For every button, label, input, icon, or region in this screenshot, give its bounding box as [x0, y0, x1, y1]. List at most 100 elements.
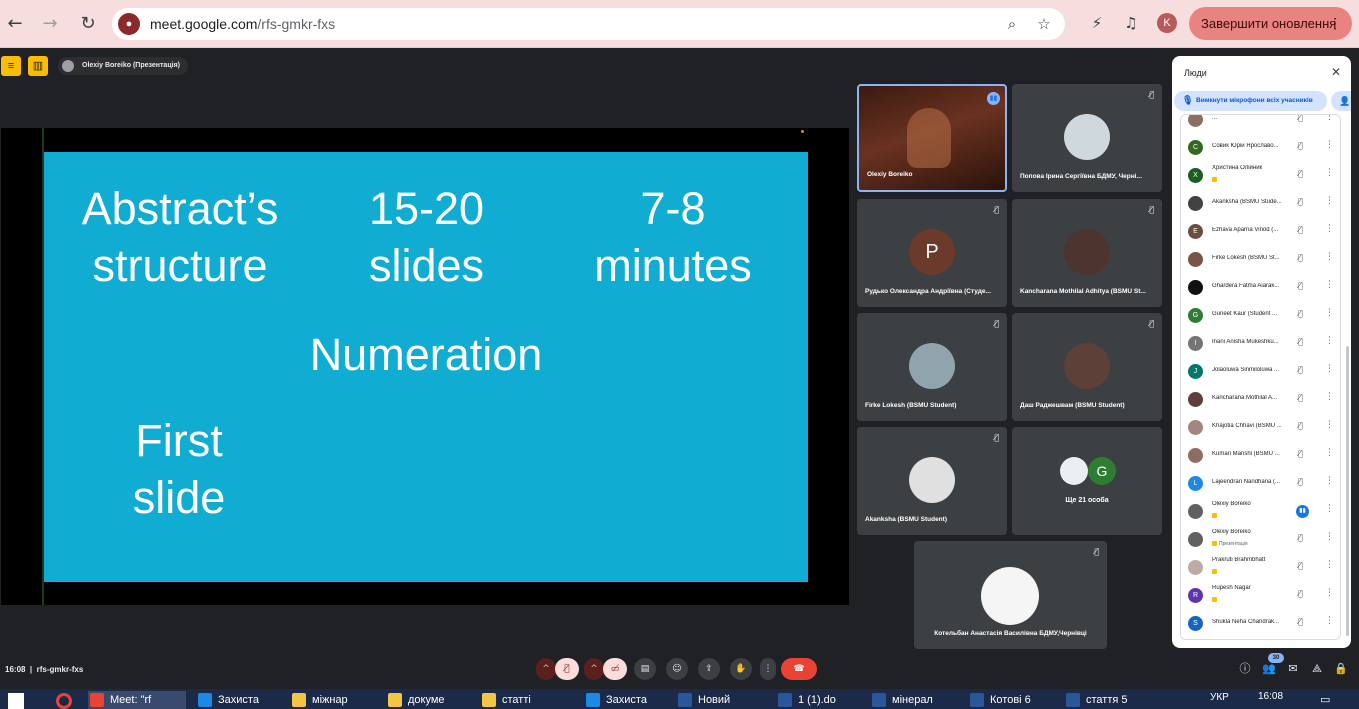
reload-icon[interactable]: ↻: [76, 12, 100, 36]
bookmark-star-icon[interactable]: ☆: [1034, 14, 1054, 34]
list-item[interactable]: Firke Lokesh (BSMU St... 🎙̸ ⋮: [1181, 245, 1340, 273]
more-participants-tile[interactable]: G Ще 21 особа: [1012, 427, 1162, 535]
zoom-icon[interactable]: ⌕: [1002, 14, 1022, 34]
list-item[interactable]: Kancharana Mothilal A... 🎙̸ ⋮: [1181, 385, 1340, 413]
mic-off-icon[interactable]: 🎙̸: [1298, 533, 1303, 542]
taskbar-clock[interactable]: 16:08: [1258, 691, 1283, 702]
more-options-button[interactable]: ⋮: [760, 658, 776, 680]
list-item[interactable]: Ghardera Fatma Aiarak... 🎙̸ ⋮: [1181, 273, 1340, 301]
more-options-icon[interactable]: ⋮: [1325, 532, 1334, 542]
taskbar-item[interactable]: міжнар: [290, 691, 348, 709]
taskbar-item[interactable]: Meet: "rf: [88, 691, 186, 709]
more-options-icon[interactable]: ⋮: [1325, 476, 1334, 486]
mic-off-icon[interactable]: 🎙̸: [1298, 141, 1303, 150]
update-button[interactable]: Завершити оновлення ⋮: [1189, 7, 1352, 40]
more-options-icon[interactable]: ⋮: [1325, 280, 1334, 290]
profile-avatar[interactable]: K: [1157, 13, 1177, 33]
more-options-icon[interactable]: ⋮: [1325, 420, 1334, 430]
list-item[interactable]: I Inani Anisha Mukeshku... 🎙̸ ⋮: [1181, 329, 1340, 357]
more-options-icon[interactable]: ⋮: [1325, 140, 1334, 150]
more-options-icon[interactable]: ⋮: [1325, 336, 1334, 346]
list-item[interactable]: Khajotia Chhavi (BSMU ... 🎙̸ ⋮: [1181, 413, 1340, 441]
windows-start-icon[interactable]: [8, 693, 24, 709]
taskbar-item[interactable]: статті: [480, 691, 531, 709]
mic-off-icon[interactable]: 🎙̸: [1298, 561, 1303, 570]
list-item[interactable]: E Ezhava Aparna Vinod (... 🎙̸ ⋮: [1181, 217, 1340, 245]
mic-off-icon[interactable]: 🎙̸: [1298, 197, 1303, 206]
taskbar-item[interactable]: Котові 6: [968, 691, 1031, 709]
list-item[interactable]: Olexiy Boreiko ▮▮ ⋮: [1181, 497, 1340, 525]
more-options-icon[interactable]: ⋮: [1325, 252, 1334, 262]
leave-call-button[interactable]: ☎: [781, 658, 817, 680]
activities-icon[interactable]: ⟁: [1308, 660, 1326, 678]
close-icon[interactable]: ✕: [1331, 65, 1341, 79]
more-options-icon[interactable]: ⋮: [1325, 224, 1334, 234]
participant-tile[interactable]: 🎙̸ Даш Раджешвам (BSMU Student): [1012, 313, 1162, 421]
mute-all-button[interactable]: 🎙 Вимкнути мікрофони всіх учасників: [1174, 91, 1327, 111]
participant-tile[interactable]: 🎙̸ Kancharana Mothilal Adhitya (BSMU St.…: [1012, 199, 1162, 307]
mic-off-icon[interactable]: 🎙̸: [1298, 589, 1303, 598]
taskbar-item[interactable]: Захиста: [196, 691, 259, 709]
taskbar-item[interactable]: Захиста: [584, 691, 647, 709]
language-indicator[interactable]: УКР: [1210, 692, 1229, 703]
participant-tile[interactable]: 🎙̸ Попова Ірина Сергіївна БДМУ, Черні...: [1012, 84, 1162, 192]
present-button[interactable]: ⇪: [698, 658, 720, 680]
more-options-icon[interactable]: ⋮: [1325, 168, 1334, 178]
captions-button[interactable]: ▤: [634, 658, 656, 680]
mic-off-icon[interactable]: 🎙̸: [1298, 115, 1303, 122]
list-item[interactable]: Prakruti Brahmbhatt 🎙̸ ⋮: [1181, 553, 1340, 581]
mic-off-icon[interactable]: 🎙̸: [1298, 477, 1303, 486]
mic-off-icon[interactable]: 🎙̸: [1298, 225, 1303, 234]
list-item[interactable]: J Jolaoluwa Sinmiloluwa ... 🎙̸ ⋮: [1181, 357, 1340, 385]
activities-icon[interactable]: ▥: [28, 56, 48, 76]
more-options-icon[interactable]: ⋮: [1325, 308, 1334, 318]
more-options-icon[interactable]: ⋮: [1325, 115, 1334, 122]
audio-options-button[interactable]: ^: [536, 658, 556, 680]
forward-icon[interactable]: →: [38, 12, 62, 36]
camera-toggle-button[interactable]: ▭̸: [603, 658, 627, 680]
video-options-button[interactable]: ^: [584, 658, 604, 680]
taskbar-item[interactable]: 1 (1).do: [776, 691, 836, 709]
taskbar-item[interactable]: мінерал: [870, 691, 933, 709]
notes-icon[interactable]: ≡: [1, 56, 21, 76]
mic-off-icon[interactable]: 🎙̸: [1298, 449, 1303, 458]
more-options-icon[interactable]: ⋮: [1325, 560, 1334, 570]
mic-off-icon[interactable]: 🎙̸: [1298, 617, 1303, 626]
scrollbar[interactable]: [1346, 346, 1349, 636]
mic-toggle-button[interactable]: 🎙̸: [555, 658, 579, 680]
raise-hand-button[interactable]: ✋: [730, 658, 752, 680]
more-options-icon[interactable]: ⋮: [1325, 588, 1334, 598]
mic-off-icon[interactable]: 🎙̸: [1298, 337, 1303, 346]
more-options-icon[interactable]: ⋮: [1325, 364, 1334, 374]
mic-off-icon[interactable]: 🎙̸: [1298, 309, 1303, 318]
taskbar-item[interactable]: докуме: [386, 691, 445, 709]
mic-off-icon[interactable]: 🎙̸: [1298, 421, 1303, 430]
list-item[interactable]: Kumari Manshi (BSMU ... 🎙̸ ⋮: [1181, 441, 1340, 469]
extension-icon[interactable]: ⚡: [1086, 12, 1108, 34]
list-item[interactable]: S Shukla Neha Chandrak... 🎙̸ ⋮: [1181, 609, 1340, 637]
taskbar-item[interactable]: Новий: [676, 691, 730, 709]
more-options-icon[interactable]: ⋮: [1325, 616, 1334, 626]
mic-off-icon[interactable]: 🎙̸: [1298, 281, 1303, 290]
mic-off-icon[interactable]: 🎙̸: [1298, 169, 1303, 178]
more-options-icon[interactable]: ⋮: [1325, 392, 1334, 402]
taskbar-item[interactable]: стаття 5: [1064, 691, 1128, 709]
more-options-icon[interactable]: ⋮: [1325, 448, 1334, 458]
media-controls-icon[interactable]: ♫: [1120, 12, 1142, 34]
opera-icon[interactable]: [56, 693, 72, 709]
participant-tile[interactable]: 🎙̸ Firke Lokesh (BSMU Student): [857, 313, 1007, 421]
host-controls-icon[interactable]: 🔒: [1332, 660, 1350, 678]
address-bar[interactable]: ● meet.google.com/rfs-gmkr-fxs ⌕ ☆: [112, 8, 1065, 40]
participant-tile[interactable]: 🎙̸ Котельбан Анастасія Василівна БДМУ,Че…: [914, 541, 1107, 649]
list-item[interactable]: Olexiy Boreiko Презентація 🎙̸ ⋮: [1181, 525, 1340, 553]
list-item[interactable]: ... 🎙̸ ⋮: [1181, 115, 1340, 133]
menu-dots-icon[interactable]: ⋮: [1328, 7, 1342, 40]
more-options-icon[interactable]: ⋮: [1325, 196, 1334, 206]
list-item[interactable]: G Guneet Kaur (Student ... 🎙̸ ⋮: [1181, 301, 1340, 329]
info-icon[interactable]: ⓘ: [1236, 660, 1254, 678]
more-options-icon[interactable]: ⋮: [1325, 504, 1334, 514]
chat-icon[interactable]: ✉: [1284, 660, 1302, 678]
add-people-icon[interactable]: 👤: [1331, 91, 1351, 111]
participant-tile[interactable]: 🎙̸ Akanksha (BSMU Student): [857, 427, 1007, 535]
participant-tile[interactable]: ▮▮ Olexiy Boreiko: [857, 84, 1007, 192]
